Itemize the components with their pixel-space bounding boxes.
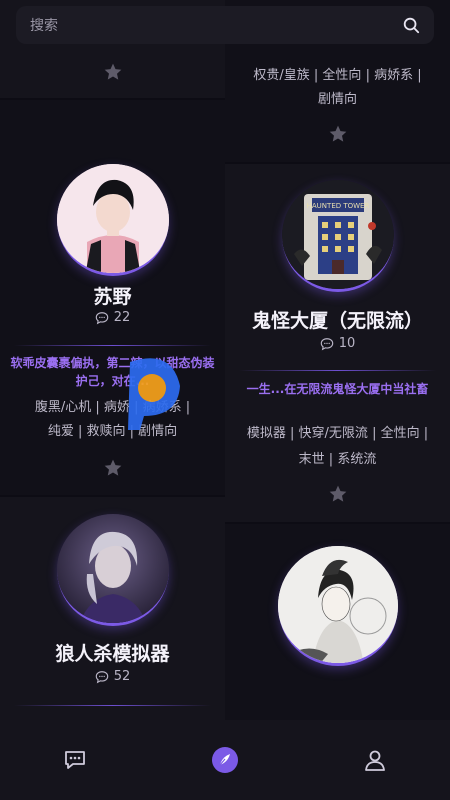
avatar-image: HAUNTED TOWER [281, 180, 394, 289]
divider [14, 705, 211, 706]
star-icon[interactable] [328, 124, 348, 144]
profile-icon[interactable] [362, 747, 388, 773]
bottom-nav [0, 720, 450, 800]
tag-line-2: 剧情向 [317, 92, 357, 107]
watermark [122, 352, 362, 432]
nav-chat[interactable] [61, 746, 89, 774]
explore-icon[interactable] [212, 747, 238, 773]
star-icon[interactable] [103, 62, 123, 82]
tag-line-2: 末世 | 系统流 [298, 452, 377, 467]
tag-line-1: 权贵/皇族 | 全性向 | 病娇系 | [253, 68, 422, 83]
character-name: 狼人杀模拟器 [55, 643, 170, 665]
nav-profile[interactable] [361, 746, 389, 774]
search-bar[interactable]: 搜索 [16, 6, 434, 44]
comment-count-value: 22 [113, 310, 131, 325]
star-icon[interactable] [103, 458, 123, 478]
avatar-image [56, 514, 169, 623]
avatar [56, 164, 169, 276]
search-input[interactable]: 搜索 [30, 15, 402, 35]
avatar-image [277, 546, 398, 663]
character-name: 鬼怪大厦（无限流） [251, 310, 423, 332]
comment-icon [320, 337, 333, 350]
tower-sign: HAUNTED TOWER [306, 202, 369, 210]
nav-explore[interactable] [211, 746, 239, 774]
comment-count: 22 [0, 310, 225, 325]
character-card-suye[interactable]: 苏野 22 软乖皮囊裹偏执，第二辣，以甜态伪装护己，对在... 腹黑/心机 | … [0, 100, 225, 495]
avatar [277, 546, 398, 666]
comment-icon [95, 670, 108, 683]
search-icon[interactable] [402, 16, 420, 34]
comment-count-value: 10 [338, 336, 356, 351]
app-screen: 搜索 苏野 22 软乖皮囊裹偏执，第二辣，以甜态伪装护己，对在... 腹黑/心机… [0, 0, 450, 800]
avatar-image [56, 164, 169, 273]
divider [14, 345, 211, 346]
avatar: HAUNTED TOWER [281, 180, 394, 292]
comment-icon [95, 311, 108, 324]
avatar [56, 514, 169, 626]
character-name: 苏野 [93, 286, 132, 308]
nav-explore-active[interactable] [212, 747, 238, 773]
comment-count: 52 [0, 669, 225, 684]
comment-count: 10 [225, 336, 450, 351]
chat-icon[interactable] [62, 747, 88, 773]
comment-count-value: 52 [113, 669, 131, 684]
watermark-logo-icon [128, 358, 180, 430]
character-card-ink-lady[interactable] [225, 524, 450, 720]
character-card-werewolf[interactable]: 狼人杀模拟器 52 [0, 497, 225, 720]
character-card-haunted-tower[interactable]: HAUNTED TOWER 鬼怪大厦（无限流） 10 一生...在无限流鬼怪大厦… [225, 164, 450, 522]
star-icon[interactable] [328, 484, 348, 504]
